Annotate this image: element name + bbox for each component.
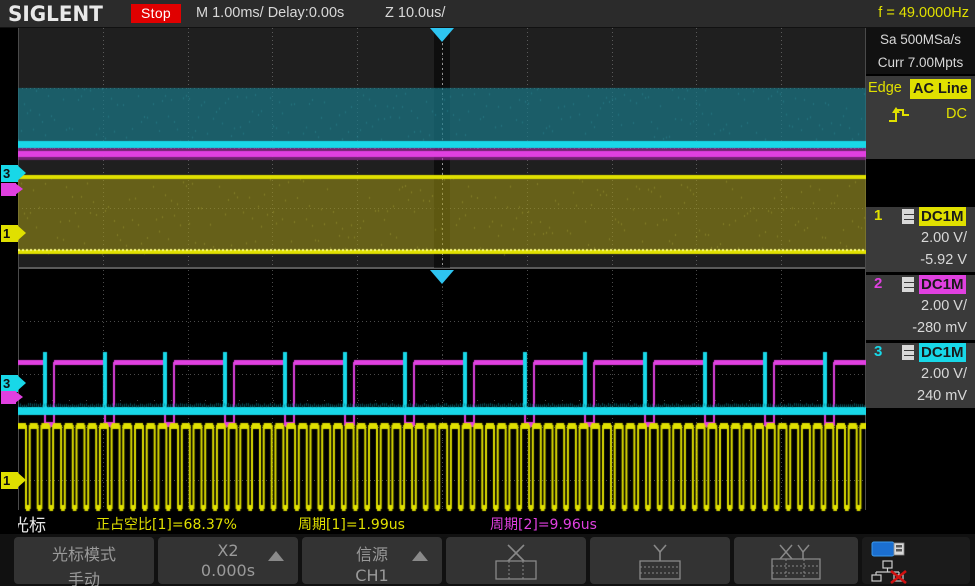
ch3-offset: 240 mV [866,385,975,407]
memory-depth-readout: Curr 7.00Mpts [866,51,975,74]
frequency-counter-readout: f = 49.0000Hz [878,5,969,21]
sample-rate-readout: Sa 500MSa/s [866,28,975,51]
softkey-source-line2: CH1 [302,566,442,585]
channel-2-info[interactable]: 2 DC1M 2.00 V/ -280 mV [866,274,975,340]
ch2-volts-per-div: 2.00 V/ [866,295,975,317]
rising-edge-icon [888,106,910,124]
zoom-detail-waveform-traces [18,268,866,533]
softkey-cursor-mode-line2: 手动 [14,566,154,586]
right-info-panel: Sa 500MSa/s Curr 7.00Mpts Edge AC Line D… [866,28,975,533]
cursor-x-icon [446,537,586,584]
ch1-ground-marker-main[interactable]: 1 [1,472,18,489]
oscilloscope-screen: SIGLENT Stop M 1.00ms/ Delay:0.00s Z 10.… [0,0,975,586]
network-disconnected-icon [872,561,906,583]
channel-1-info[interactable]: 1 DC1M 2.00 V/ -5.92 V [866,206,975,272]
ch3-coupling[interactable]: DC1M [919,343,966,362]
run-state-badge[interactable]: Stop [131,4,181,23]
usb-network-status-icon [862,537,970,584]
left-gutter [0,28,18,533]
ch3-ground-marker-zoomed[interactable]: 3 [1,165,18,182]
trigger-info-panel[interactable]: Edge AC Line DC [866,76,975,159]
bandwidth-limit-icon [902,209,914,224]
ch3-volts-per-div: 2.00 V/ [866,363,975,385]
trigger-coupling-label: DC [946,106,967,122]
chevron-up-icon [268,551,284,561]
zoomed-out-waveform-traces [18,28,866,268]
bandwidth-limit-icon [902,345,914,360]
main-timebase-readout[interactable]: M 1.00ms/ Delay:0.00s [196,5,344,21]
ch2-offset: -280 mV [866,317,975,339]
softkey-menu-bar: 光标模式 手动 X2 0.000s 信源 CH1 [0,534,975,586]
zoom-timebase-readout[interactable]: Z 10.0us/ [385,5,445,21]
trigger-marker-bottom[interactable] [430,270,454,284]
ch1-coupling[interactable]: DC1M [919,207,966,226]
ch2-ground-marker-zoomed[interactable] [1,183,16,196]
ch1-ground-marker-zoomed[interactable]: 1 [1,225,18,242]
ch3-ground-marker-main[interactable]: 3 [1,375,18,392]
softkey-cursor-mode-line1: 光标模式 [14,541,154,565]
ch1-offset: -5.92 V [866,249,975,271]
trigger-type-label: Edge [868,80,902,96]
softkey-x2[interactable]: X2 0.000s [158,537,298,584]
softkey-cursor-y[interactable] [590,537,730,584]
ch2-ground-marker-main[interactable] [1,391,16,404]
trigger-marker-top[interactable] [430,28,454,42]
ch1-number: 1 [874,207,882,224]
chevron-up-icon [412,551,428,561]
cursor-y-icon [590,537,730,584]
softkey-cursor-xy[interactable] [734,537,858,584]
softkey-source[interactable]: 信源 CH1 [302,537,442,584]
cursor-xy-icon [734,537,858,584]
softkey-cursor-x[interactable] [446,537,586,584]
waveform-display-area[interactable]: 3 1 3 1 [0,28,866,533]
trigger-source-label[interactable]: AC Line [910,79,971,99]
softkey-x2-line2: 0.000s [158,561,298,580]
acquisition-info[interactable]: Sa 500MSa/s Curr 7.00Mpts [866,28,975,75]
usb-drive-icon [872,542,904,556]
softkey-cursor-mode[interactable]: 光标模式 手动 [14,537,154,584]
ch2-coupling[interactable]: DC1M [919,275,966,294]
status-icons-area[interactable] [862,537,970,584]
bandwidth-limit-icon [902,277,914,292]
ch1-volts-per-div: 2.00 V/ [866,227,975,249]
ch2-number: 2 [874,275,882,292]
top-status-bar: SIGLENT Stop M 1.00ms/ Delay:0.00s Z 10.… [0,0,975,28]
brand-logo: SIGLENT [8,2,103,26]
channel-3-info[interactable]: 3 DC1M 2.00 V/ 240 mV [866,342,975,408]
ch3-number: 3 [874,343,882,360]
